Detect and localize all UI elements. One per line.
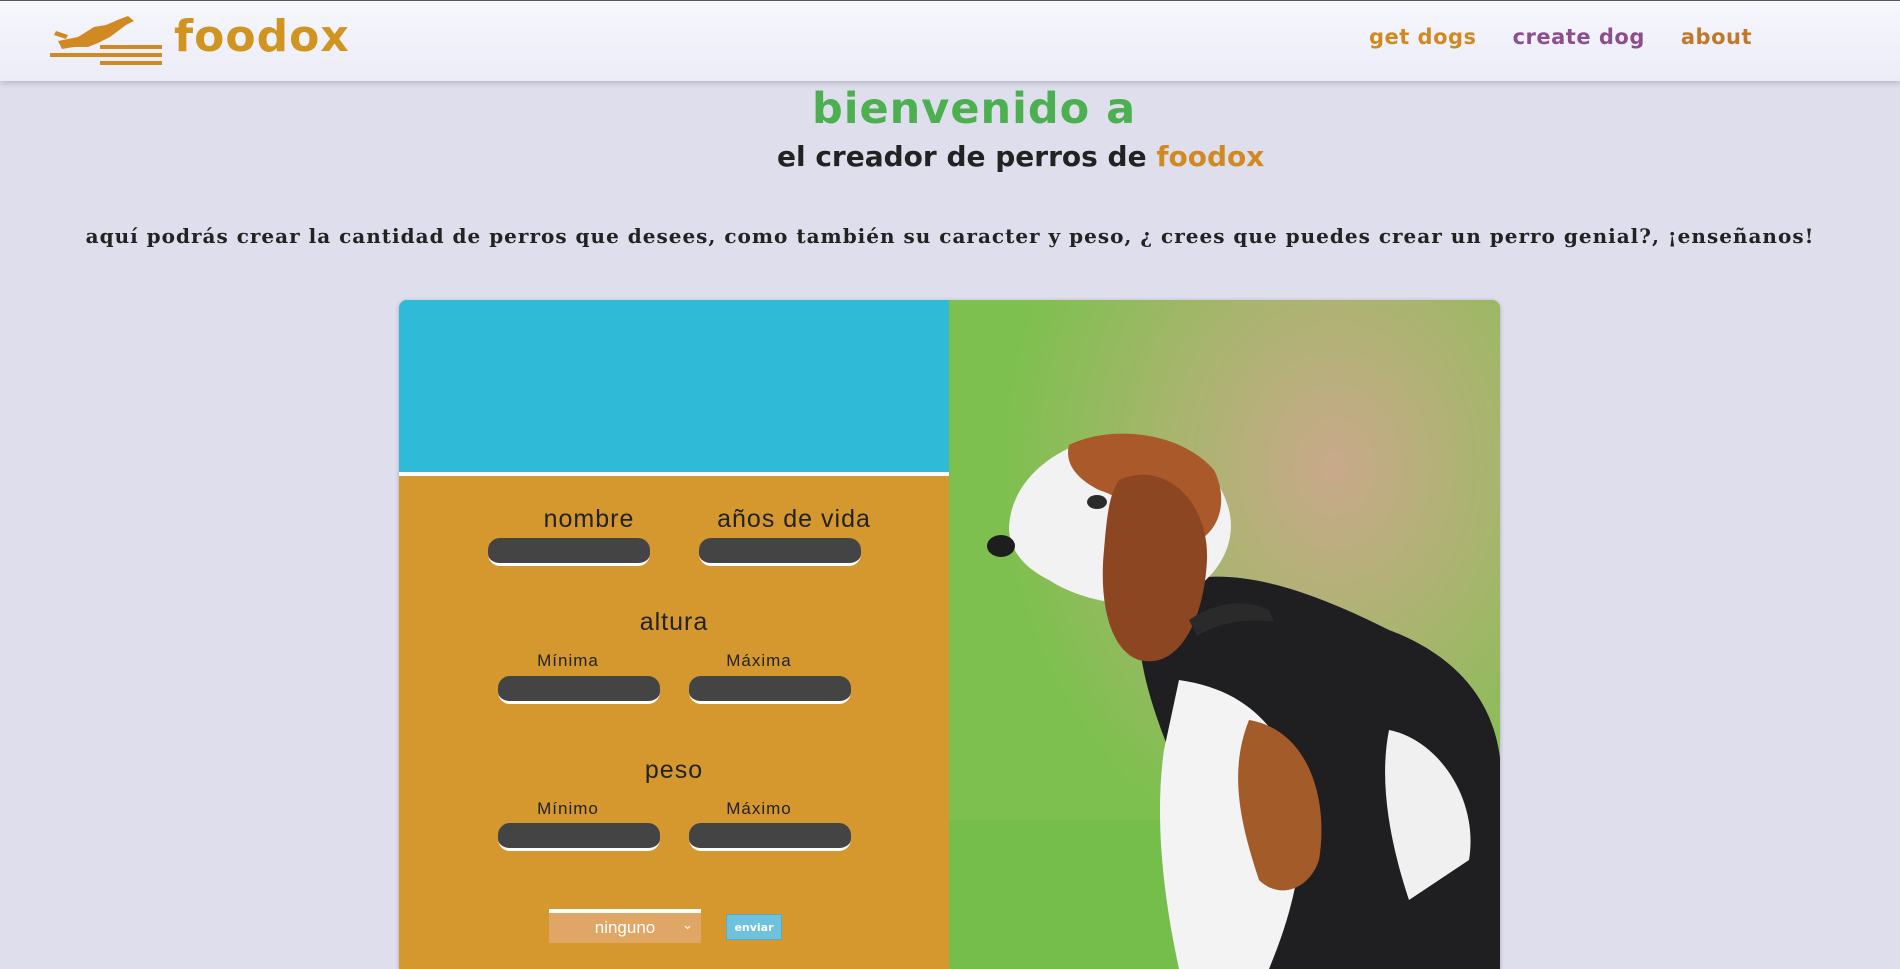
nav-create-dog[interactable]: create dog: [1513, 25, 1645, 49]
height-max-label: Máxima: [726, 651, 792, 670]
weight-min-label: Mínimo: [537, 799, 599, 818]
beagle-photo: [949, 300, 1500, 969]
brand-name[interactable]: foodox: [174, 11, 350, 62]
height-max-input[interactable]: [689, 676, 851, 704]
beagle-illustration: [949, 300, 1500, 969]
life-years-label: años de vida: [717, 505, 871, 533]
submit-button[interactable]: enviar: [726, 914, 782, 940]
height-min-label: Mínima: [537, 651, 599, 670]
weight-label: peso: [644, 756, 704, 784]
temperament-select-value: ninguno: [594, 918, 656, 937]
name-label: nombre: [543, 505, 635, 533]
top-navbar: foodox get dogs create dog about: [0, 0, 1900, 81]
subtitle-brand: foodox: [1156, 140, 1265, 173]
welcome-heading: bienvenido a: [812, 84, 1137, 134]
create-dog-card: nombre años de vida altura Mínima Máxima…: [399, 300, 1500, 969]
nav-about[interactable]: about: [1681, 25, 1752, 49]
weight-max-label: Máximo: [726, 799, 792, 818]
weight-max-input[interactable]: [689, 823, 851, 851]
subtitle: el creador de perros de foodox: [777, 140, 1264, 173]
intro-text: aquí podrás crear la cantidad de perros …: [85, 224, 1815, 248]
running-dog-logo-icon[interactable]: [48, 13, 164, 69]
temperament-select[interactable]: ninguno ⌄: [549, 909, 701, 943]
name-input[interactable]: [488, 538, 650, 566]
chevron-down-icon: ⌄: [682, 917, 693, 932]
height-min-input[interactable]: [498, 676, 660, 704]
subtitle-text: el creador de perros de: [777, 140, 1147, 173]
form-header-banner: [399, 300, 949, 476]
height-label: altura: [639, 608, 709, 636]
nav-links: get dogs create dog about: [1369, 25, 1752, 49]
weight-min-input[interactable]: [498, 823, 660, 851]
nav-get-dogs[interactable]: get dogs: [1369, 25, 1477, 49]
life-years-input[interactable]: [699, 538, 861, 566]
create-dog-form: nombre años de vida altura Mínima Máxima…: [399, 300, 949, 969]
